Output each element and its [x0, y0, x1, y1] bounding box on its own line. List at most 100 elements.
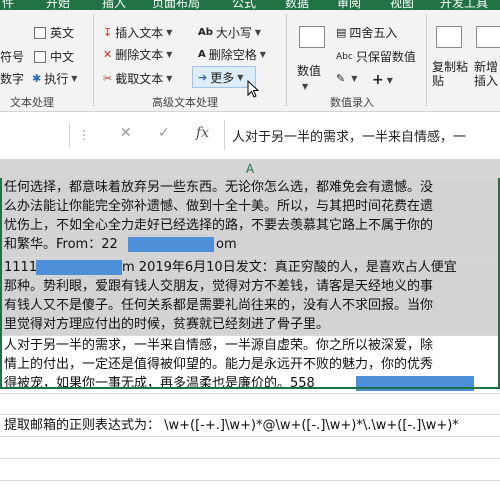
chevron-down-icon: ▼	[351, 74, 358, 83]
checkbox-english-label: 英文	[50, 26, 75, 40]
copy-paste-button[interactable]: 复制粘贴	[432, 60, 468, 88]
cell-text-line: 情上的付出，一定还是值得被仰望的。能力是永远开不败的魅力，你的优秀	[4, 357, 434, 372]
cell-text-line: m 2019年6月10日发文：真正穷酸的人，是喜欢占人便宜	[122, 260, 457, 275]
chevron-down-icon: ▼	[302, 82, 309, 91]
chevron-down-icon: ▼	[166, 28, 173, 37]
insert-text-label: 插入文本	[115, 26, 164, 40]
checkbox-english[interactable]: 英文	[34, 24, 74, 41]
case-label: 大小写	[215, 26, 252, 40]
column-header-row: A	[0, 160, 500, 178]
tab-page-layout[interactable]: 页面布局	[152, 0, 200, 10]
cut-text-button[interactable]: ✂ 截取文本 ▼	[103, 70, 172, 87]
redaction-mask	[356, 376, 474, 391]
chevron-down-icon: ▼	[386, 75, 393, 85]
star-icon: ✱	[32, 72, 42, 85]
edit-icon: ✎	[336, 72, 346, 85]
function-icon[interactable]: fx	[196, 125, 209, 141]
number-option[interactable]: 数字	[0, 70, 24, 87]
chevron-down-icon: ▼	[166, 50, 173, 59]
cell-a4[interactable]: 提取邮箱的正则表达式为： \w+([-+.]\w+)*@\w+([-.]\w+)…	[0, 396, 500, 436]
insert-new-icon	[476, 26, 500, 48]
edit-dropdown[interactable]: ✎ ▼	[336, 72, 357, 85]
group-separator	[426, 14, 427, 106]
cell-text-line: 忧伤上，不如全心全力走好已经选择的路，不要去羡慕其它路上不属于你的	[4, 218, 434, 233]
symbol-option[interactable]: 符号	[0, 48, 24, 65]
cell-text-line: 人对于另一半的需求，一半来自情感，一半源自虚荣。你之所以被深爱，除	[4, 338, 434, 353]
checkbox-chinese-label: 中文	[50, 50, 75, 64]
group-label-text-processing: 文本处理	[10, 96, 54, 109]
cut-text-icon: ✂	[103, 72, 113, 85]
delete-text-label: 删除文本	[115, 48, 164, 62]
chevron-down-icon: ▼	[166, 74, 173, 83]
tab-data[interactable]: 数据	[285, 0, 309, 10]
case-button[interactable]: Ab 大小写 ▼	[198, 24, 261, 41]
cell-text-line: 和繁华。From：22	[4, 237, 118, 252]
keep-number-icon: Abc	[336, 51, 353, 62]
cell-a2[interactable]: 1111 m 2019年6月10日发文：真正穷酸的人，是喜欢占人便宜 那种。势利…	[0, 258, 500, 336]
more-icon: ⋮	[78, 128, 90, 142]
tab-insert[interactable]: 插入	[102, 0, 126, 10]
number-option-label: 数字	[0, 72, 25, 86]
group-separator	[286, 14, 287, 106]
copy-paste-label: 复制粘贴	[432, 60, 469, 88]
add-dropdown[interactable]: + ▼	[372, 72, 393, 88]
checkbox-icon	[34, 26, 46, 39]
chevron-down-icon: ▼	[254, 28, 262, 37]
chevron-down-icon: ▼	[71, 74, 78, 83]
tab-review[interactable]: 审阅	[337, 0, 361, 10]
confirm-icon[interactable]: ✓	[158, 125, 170, 141]
insert-new-label: 新增插入	[474, 60, 499, 88]
redaction-mask	[128, 237, 214, 252]
column-header-a[interactable]: A	[0, 160, 500, 178]
redaction-mask	[36, 260, 122, 275]
ribbon-tab-bar: 件 开始 插入 页面布局 公式 数据 审阅 视图 开发工具	[0, 0, 500, 10]
tab-home[interactable]: 开始	[46, 0, 70, 10]
tab-developer[interactable]: 开发工具	[440, 0, 488, 10]
round-label: 四舍五入	[349, 26, 398, 40]
delete-text-button[interactable]: ✕ 删除文本 ▼	[103, 46, 172, 63]
formula-divider	[224, 120, 225, 150]
insert-text-button[interactable]: ↧ 插入文本 ▼	[103, 24, 172, 41]
number-icon	[299, 26, 325, 48]
number-button-label: 数值	[297, 64, 322, 78]
number-dropdown[interactable]: ▼	[299, 82, 308, 91]
cell-a3[interactable]: 人对于另一半的需求，一半来自情感，一半源自虚荣。你之所以被深爱，除 情上的付出，…	[0, 336, 500, 394]
plus-icon: +	[372, 72, 384, 88]
tab-file[interactable]: 件	[2, 0, 14, 10]
number-button[interactable]: 数值	[297, 62, 321, 79]
cell-text-line: 任何选择，都意味着放弃另一些东西。无论你怎么选，都难免会有遗憾。没	[4, 180, 434, 195]
cell-text-line: 有钱人又不是傻子。任何关系都是需要礼尚往来的，没有人不求回报。当你	[4, 298, 434, 313]
cell-text-line: 里觉得对方理应付出的时候，贫赛就已经刻进了骨子里。	[4, 317, 330, 332]
group-separator	[93, 14, 94, 106]
worksheet: 任何选择，都意味着放弃另一些东西。无论你怎么选，都难免会有遗憾。没 么办法能让你…	[0, 178, 500, 500]
formula-input[interactable]: 人对于另一半的需求，一半来自情感，一	[232, 126, 466, 145]
delete-space-label: 删除空格	[208, 48, 257, 62]
formula-bar: ⋮ ✕ ✓ fx 人对于另一半的需求，一半来自情感，一	[0, 112, 500, 160]
round-button[interactable]: ▤ 四舍五入	[336, 24, 397, 41]
arrow-right-icon: ➔	[198, 71, 208, 84]
row-gridline	[0, 480, 500, 481]
cell-text-line: 提取邮箱的正则表达式为： \w+([-+.]\w+)*@\w+([-.]\w+)…	[4, 418, 459, 433]
case-icon: Ab	[198, 27, 213, 38]
tab-view[interactable]: 视图	[390, 0, 414, 10]
more-label: 更多	[210, 71, 235, 85]
group-label-number-entry: 数值录入	[330, 96, 374, 109]
keep-number-button[interactable]: Abc 只保留数值	[336, 48, 416, 65]
checkbox-icon	[34, 50, 46, 63]
checkbox-chinese[interactable]: 中文	[34, 48, 74, 65]
cut-text-label: 截取文本	[115, 72, 164, 86]
chevron-down-icon: ▼	[259, 50, 266, 59]
delete-space-button[interactable]: A 删除空格 ▼	[198, 46, 266, 63]
cell-a1[interactable]: 任何选择，都意味着放弃另一些东西。无论你怎么选，都难免会有遗憾。没 么办法能让你…	[0, 178, 500, 258]
copy-paste-icon	[436, 26, 462, 48]
insert-new-button[interactable]: 新增插入	[474, 60, 500, 88]
chevron-down-icon: ▼	[237, 73, 244, 82]
cancel-icon[interactable]: ✕	[120, 125, 132, 141]
cell-text-line: 得被宠，如果你一事无成，再多温柔也是廉价的。558	[4, 376, 315, 391]
name-box[interactable]	[0, 122, 70, 148]
execute-button[interactable]: ✱ 执行 ▼	[32, 70, 77, 87]
more-button[interactable]: ➔ 更多 ▼	[198, 69, 243, 86]
row-gridline	[0, 436, 500, 437]
mouse-cursor-icon	[247, 80, 259, 98]
tab-formulas[interactable]: 公式	[232, 0, 256, 10]
